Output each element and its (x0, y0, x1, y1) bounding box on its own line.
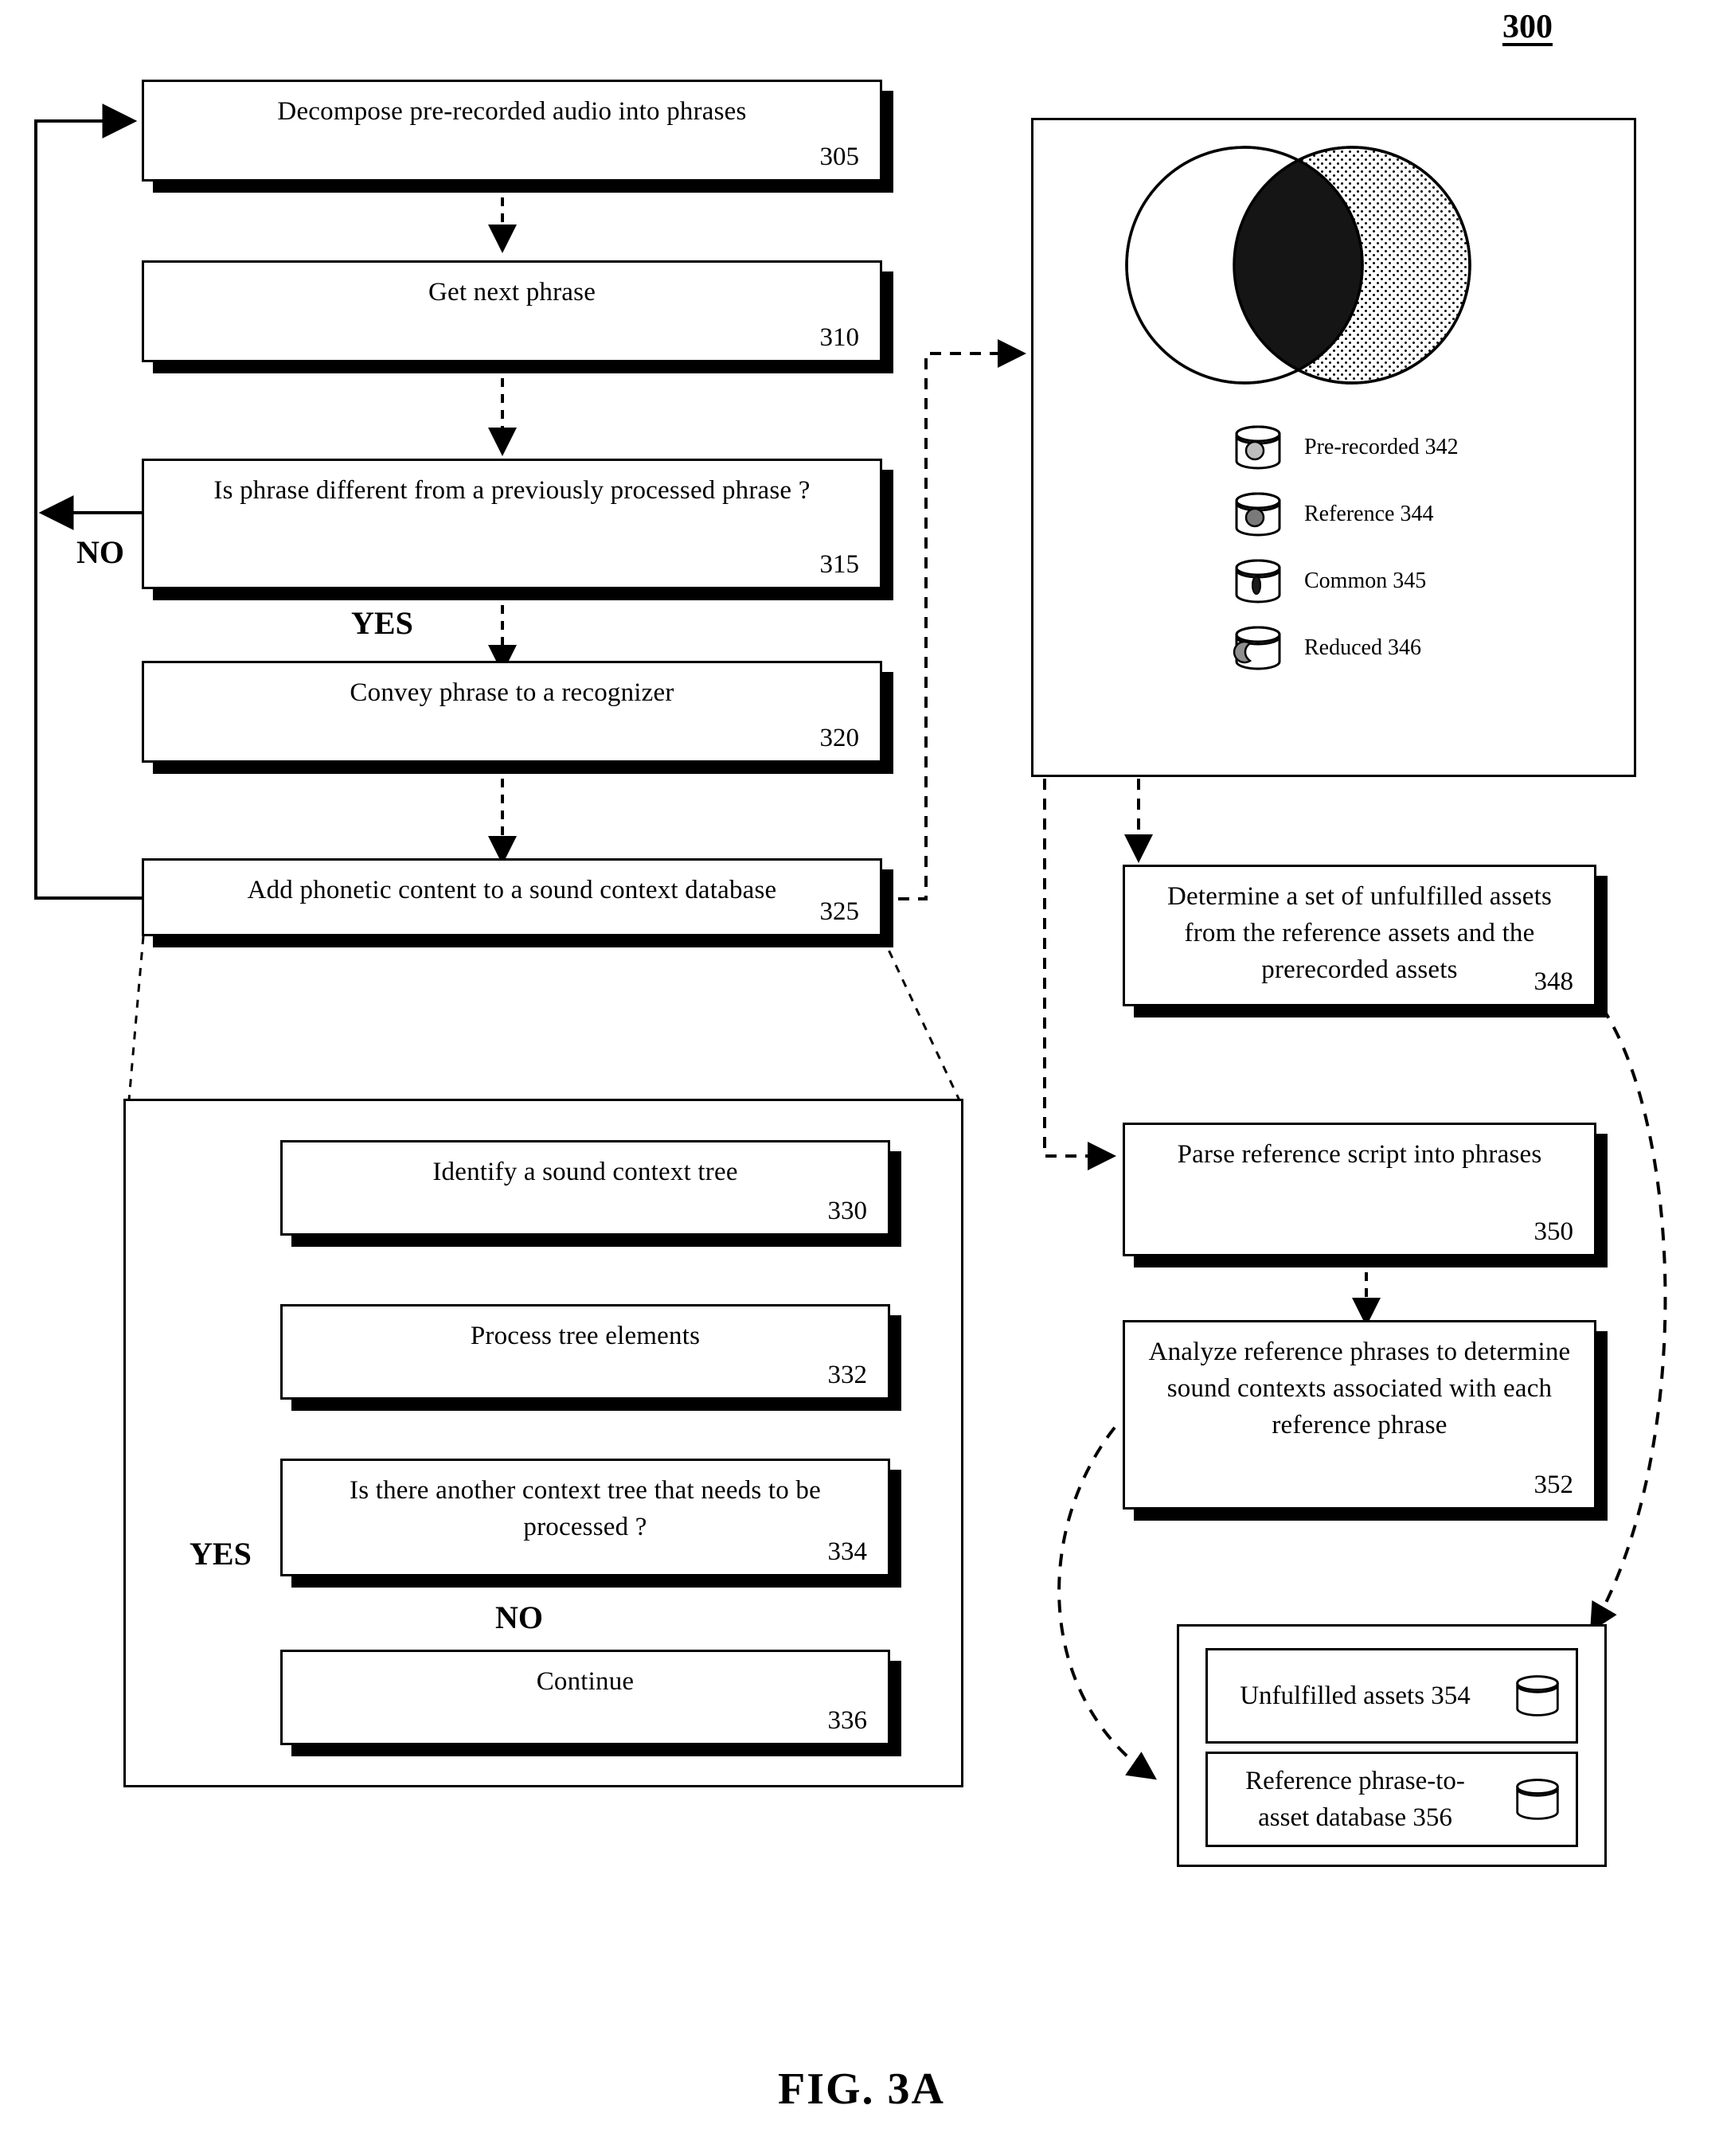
figure-caption: FIG. 3A (778, 2064, 945, 2114)
branch-label-no-315: NO (76, 534, 124, 570)
flow-box-348-text: Determine a set of unfulfilled assets fr… (1167, 882, 1552, 984)
flow-box-310-number: 310 (819, 323, 860, 352)
connector-325-to-venn-panel (898, 339, 1026, 900)
flow-box-330-text: Identify a sound context tree (432, 1158, 738, 1186)
flow-box-320-number: 320 (819, 724, 860, 752)
legend-item-reference: Reference 344 (1233, 491, 1433, 537)
flow-box-350: Parse reference script into phrases 350 (1123, 1123, 1596, 1256)
flow-box-325: Add phonetic content to a sound context … (142, 858, 882, 936)
flow-box-315-number: 315 (819, 550, 860, 579)
legend-label-pre-recorded: Pre-recorded 342 (1304, 435, 1459, 459)
flow-box-348-number: 348 (1534, 967, 1574, 996)
flow-box-334-text: Is there another context tree that needs… (350, 1476, 821, 1541)
asset-box-reference-phrase-to-asset-database-text: Reference phrase-to-asset database 356 (1245, 1767, 1465, 1832)
legend-label-common: Common 345 (1304, 568, 1427, 593)
flow-box-336-number: 336 (827, 1706, 868, 1735)
database-cylinder-icon (1235, 425, 1281, 470)
callout-325-to-subflow-right (881, 935, 961, 1101)
legend-item-pre-recorded: Pre-recorded 342 (1233, 424, 1459, 471)
flow-box-352: Analyze reference phrases to determine s… (1123, 1320, 1596, 1510)
database-cylinder-icon (1233, 626, 1281, 670)
legend-label-reference: Reference 344 (1304, 502, 1434, 526)
connector-venn-to-350 (1043, 779, 1116, 1170)
flow-box-332-number: 332 (827, 1361, 868, 1389)
asset-box-unfulfilled-assets: Unfulfilled assets 354 (1205, 1648, 1578, 1744)
flow-box-315: Is phrase different from a previously pr… (142, 459, 882, 589)
branch-label-no-334: NO (495, 1599, 543, 1635)
database-cylinder-icon (1516, 1675, 1559, 1717)
flow-box-336: Continue 336 (280, 1650, 890, 1745)
legend-label-reduced: Reduced 346 (1304, 635, 1421, 660)
branch-label-yes-315: YES (351, 605, 413, 641)
flow-box-305-text: Decompose pre-recorded audio into phrase… (277, 97, 747, 126)
database-cylinder-icon (1235, 492, 1281, 537)
flow-box-320-text: Convey phrase to a recognizer (350, 678, 674, 707)
flow-box-350-text: Parse reference script into phrases (1177, 1140, 1542, 1169)
flow-box-305: Decompose pre-recorded audio into phrase… (142, 80, 882, 182)
database-cylinder-icon (1235, 559, 1281, 603)
flow-box-320: Convey phrase to a recognizer 320 (142, 661, 882, 763)
callout-325-to-subflow-left (127, 935, 145, 1101)
flow-box-352-text: Analyze reference phrases to determine s… (1148, 1338, 1571, 1439)
database-cylinder-icon (1516, 1779, 1559, 1820)
asset-box-unfulfilled-assets-text: Unfulfilled assets 354 (1240, 1681, 1471, 1710)
figure-reference-numeral: 300 (1502, 9, 1553, 45)
flow-box-332-text: Process tree elements (470, 1322, 701, 1350)
flow-box-352-number: 352 (1534, 1471, 1574, 1499)
flow-box-330-number: 330 (827, 1197, 868, 1225)
venn-legend-panel: Pre-recorded 342 Reference 344 Common 34… (1031, 118, 1636, 777)
flow-box-334-number: 334 (827, 1537, 868, 1566)
arrow-325-feedback-to-305 (34, 104, 142, 900)
flow-box-350-number: 350 (1534, 1217, 1574, 1246)
venn-diagram (1125, 146, 1471, 385)
asset-box-reference-phrase-to-asset-database: Reference phrase-to-asset database 356 (1205, 1752, 1578, 1847)
flow-box-348: Determine a set of unfulfilled assets fr… (1123, 865, 1596, 1006)
flow-box-325-number: 325 (819, 897, 860, 926)
flow-box-330: Identify a sound context tree 330 (280, 1140, 890, 1236)
flow-box-305-number: 305 (819, 143, 860, 171)
flow-box-315-text: Is phrase different from a previously pr… (213, 476, 811, 505)
legend-item-common: Common 345 (1233, 558, 1426, 604)
flow-box-310-text: Get next phrase (428, 278, 596, 307)
flow-box-325-text: Add phonetic content to a sound context … (247, 876, 777, 904)
flow-box-336-text: Continue (536, 1667, 635, 1696)
branch-label-yes-334: YES (189, 1536, 252, 1572)
flow-box-310: Get next phrase 310 (142, 260, 882, 362)
flow-box-332: Process tree elements 332 (280, 1304, 890, 1400)
curve-348-to-unfulfilled-assets (1589, 1006, 1667, 1633)
legend-item-reduced: Reduced 346 (1233, 625, 1421, 671)
flow-box-334: Is there another context tree that needs… (280, 1459, 890, 1576)
patent-figure-3a: 300 Decompose pre-recorded audio into ph… (0, 0, 1723, 2156)
